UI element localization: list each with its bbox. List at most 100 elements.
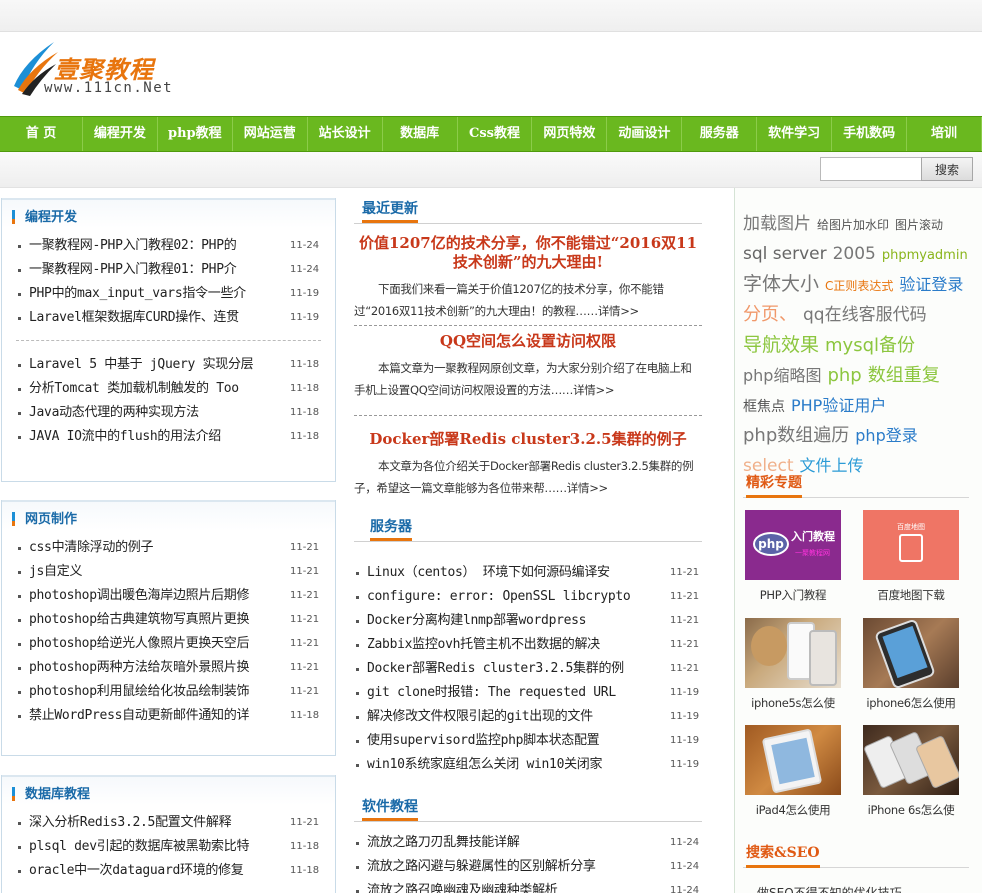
nav-home[interactable]: 首 页 xyxy=(0,117,83,151)
list-item-title[interactable]: configure: error: OpenSSL libcrypto xyxy=(367,585,663,609)
server-title[interactable]: 服务器 xyxy=(370,518,412,541)
list-item-title[interactable]: photoshop利用鼠绘给化妆品绘制装饰 xyxy=(29,680,259,704)
topic-card[interactable]: iphone5s怎么使 xyxy=(745,618,841,711)
tag-link[interactable]: 验证登录 xyxy=(899,271,963,299)
topic-caption[interactable]: iphone5s怎么使 xyxy=(745,695,841,711)
list-item[interactable]: css中清除浮动的例子 11-21 xyxy=(2,536,335,560)
list-item-title[interactable]: 流放之路刀刃乱舞技能详解 xyxy=(367,831,663,855)
nav-css[interactable]: Css教程 xyxy=(458,117,533,151)
list-item-title[interactable]: oracle中一次dataguard环境的修复 xyxy=(29,859,259,883)
list-item[interactable]: 分析Tomcat 类加载机制触发的 Too 11-18 xyxy=(2,377,335,401)
list-item-title[interactable]: Docker分离构建lnmp部署wordpress xyxy=(367,609,663,633)
list-item-title[interactable]: Docker部署Redis cluster3.2.5集群的例 xyxy=(367,657,663,681)
list-item[interactable]: 流放之路刀刃乱舞技能详解 11-24 xyxy=(354,831,702,855)
software-title[interactable]: 软件教程 xyxy=(362,798,418,821)
list-item-title[interactable]: photoshop给逆光人像照片更换天空后 xyxy=(29,632,259,656)
nav-animation[interactable]: 动画设计 xyxy=(607,117,683,151)
list-item[interactable]: win10系统家庭组怎么关闭 win10关闭家 11-19 xyxy=(354,753,702,777)
read-more-link[interactable]: ……详情>> xyxy=(544,481,608,495)
nav-training[interactable]: 培训 xyxy=(907,117,982,151)
tag-link[interactable]: mysql备份 xyxy=(825,332,915,360)
list-item[interactable]: JAVA IO流中的flush的用法介绍 11-18 xyxy=(2,425,335,449)
list-item-title[interactable]: win10系统家庭组怎么关闭 win10关闭家 xyxy=(367,753,663,777)
tag-link[interactable]: 导航效果 xyxy=(743,331,819,359)
tag-link[interactable]: 图片滚动 xyxy=(895,211,943,239)
list-item[interactable]: Docker部署Redis cluster3.2.5集群的例 11-21 xyxy=(354,657,702,681)
nav-software[interactable]: 软件学习 xyxy=(757,117,833,151)
list-item-title[interactable]: git clone时报错: The requested URL xyxy=(367,681,663,705)
list-item[interactable]: Linux（centos） 环境下如何源码编译安 11-21 xyxy=(354,561,702,585)
box-title[interactable]: 网页制作 xyxy=(25,508,77,527)
list-item[interactable]: Laravel 5 中基于 jQuery 实现分层 11-18 xyxy=(2,353,335,377)
list-item[interactable]: 使用supervisord监控php脚本状态配置 11-19 xyxy=(354,729,702,753)
list-item[interactable]: photoshop两种方法给灰暗外景照片换 11-21 xyxy=(2,656,335,680)
nav-server[interactable]: 服务器 xyxy=(682,117,758,151)
list-item[interactable]: photoshop利用鼠绘给化妆品绘制装饰 11-21 xyxy=(2,680,335,704)
box-title[interactable]: 编程开发 xyxy=(25,206,77,225)
list-item-title[interactable]: photoshop两种方法给灰暗外景照片换 xyxy=(29,656,259,680)
list-item[interactable]: js自定义 11-21 xyxy=(2,560,335,584)
list-item[interactable]: 深入分析Redis3.2.5配置文件解释 11-21 xyxy=(2,811,335,835)
topic-caption[interactable]: 百度地图下载 xyxy=(863,587,959,603)
list-item-title[interactable]: 分析Tomcat 类加载机制触发的 Too xyxy=(29,377,259,401)
search-input[interactable] xyxy=(820,157,922,181)
list-item[interactable]: oracle中一次dataguard环境的修复 11-18 xyxy=(2,859,335,883)
list-item[interactable]: 一聚教程网-PHP入门教程02：PHP的 11-24 xyxy=(2,234,335,258)
list-item-title[interactable]: Zabbix监控ovh托管主机不出数据的解决 xyxy=(367,633,663,657)
list-item-title[interactable]: 流放之路召唤幽魂及幽魂种类解析 xyxy=(367,879,663,893)
list-item-title[interactable]: Laravel 5 中基于 jQuery 实现分层 xyxy=(29,353,259,377)
topic-caption[interactable]: PHP入门教程 xyxy=(745,587,841,603)
topic-card[interactable]: php 入门教程 一聚教程网 PHP入门教程 xyxy=(745,510,841,603)
tag-link[interactable]: 数组重复 xyxy=(868,362,940,390)
list-item[interactable]: configure: error: OpenSSL libcrypto 11-21 xyxy=(354,585,702,609)
list-item[interactable]: Java动态代理的两种实现方法 11-18 xyxy=(2,401,335,425)
tag-link[interactable]: php xyxy=(827,362,861,390)
list-item-title[interactable]: Java动态代理的两种实现方法 xyxy=(29,401,259,425)
list-item[interactable]: photoshop给逆光人像照片更换天空后 11-21 xyxy=(2,632,335,656)
list-item[interactable]: git clone时报错: The requested URL 11-19 xyxy=(354,681,702,705)
site-logo[interactable]: 壹聚教程 www.111cn.Net xyxy=(12,38,192,102)
topic-caption[interactable]: iPad4怎么使用 xyxy=(745,802,841,818)
list-item[interactable]: PHP中的max_input_vars指令一些介 11-19 xyxy=(2,282,335,306)
topic-thumbnail[interactable] xyxy=(863,725,959,795)
topic-thumbnail[interactable] xyxy=(863,618,959,688)
list-item-title[interactable]: js自定义 xyxy=(29,560,259,584)
topic-caption[interactable]: iPhone 6s怎么使 xyxy=(863,802,959,818)
topic-thumbnail[interactable] xyxy=(745,618,841,688)
topic-thumbnail[interactable]: php 入门教程 一聚教程网 xyxy=(745,510,841,580)
tag-link[interactable]: 2005 xyxy=(833,240,876,268)
read-more-link[interactable]: ……详情>> xyxy=(551,383,615,397)
nav-programming[interactable]: 编程开发 xyxy=(83,117,158,151)
tag-link[interactable]: 加载图片 xyxy=(743,210,811,238)
list-item-title[interactable]: plsql dev引起的数据库被黑勒索比特 xyxy=(29,835,259,859)
nav-database[interactable]: 数据库 xyxy=(383,117,458,151)
list-item-title[interactable]: 深入分析Redis3.2.5配置文件解释 xyxy=(29,811,259,835)
list-item[interactable]: 流放之路闪避与躲避属性的区别解析分享 11-24 xyxy=(354,855,702,879)
seo-title[interactable]: 搜索&SEO xyxy=(746,844,820,868)
list-item-title[interactable]: 一聚教程网-PHP入门教程01：PHP介 xyxy=(29,258,259,282)
tag-link[interactable]: 分页、 xyxy=(743,301,797,329)
list-item-title[interactable]: 禁止WordPress自动更新邮件通知的详 xyxy=(29,704,259,728)
nav-web-effects[interactable]: 网页特效 xyxy=(532,117,608,151)
tag-link[interactable]: 字体大小 xyxy=(743,270,819,298)
list-item[interactable]: 解决修改文件权限引起的git出现的文件 11-19 xyxy=(354,705,702,729)
nav-webmaster-design[interactable]: 站长设计 xyxy=(308,117,383,151)
nav-site-operation[interactable]: 网站运营 xyxy=(233,117,308,151)
article-title[interactable]: QQ空间怎么设置访问权限 xyxy=(354,332,702,351)
list-item-title[interactable]: Linux（centos） 环境下如何源码编译安 xyxy=(367,561,663,585)
topic-card[interactable]: iPad4怎么使用 xyxy=(745,725,841,818)
tag-link[interactable]: php数组遍历 xyxy=(743,422,849,450)
topic-card[interactable]: iPhone 6s怎么使 xyxy=(863,725,959,818)
topic-card[interactable]: iphone6怎么使用 xyxy=(863,618,959,711)
list-item-title[interactable]: Laravel框架数据库CURD操作、连贯 xyxy=(29,306,259,330)
list-item[interactable]: photoshop调出暖色海岸边照片后期修 11-21 xyxy=(2,584,335,608)
tag-link[interactable]: php缩略图 xyxy=(743,362,821,390)
list-item[interactable]: Docker分离构建lnmp部署wordpress 11-21 xyxy=(354,609,702,633)
box-title[interactable]: 数据库教程 xyxy=(25,783,90,802)
list-item[interactable]: 禁止WordPress自动更新邮件通知的详 11-18 xyxy=(2,704,335,728)
tag-link[interactable]: sql server xyxy=(743,240,827,268)
list-item-title[interactable]: css中清除浮动的例子 xyxy=(29,536,259,560)
nav-php[interactable]: php教程 xyxy=(158,117,233,151)
search-button[interactable]: 搜索 xyxy=(921,157,973,181)
topic-caption[interactable]: iphone6怎么使用 xyxy=(863,695,959,711)
